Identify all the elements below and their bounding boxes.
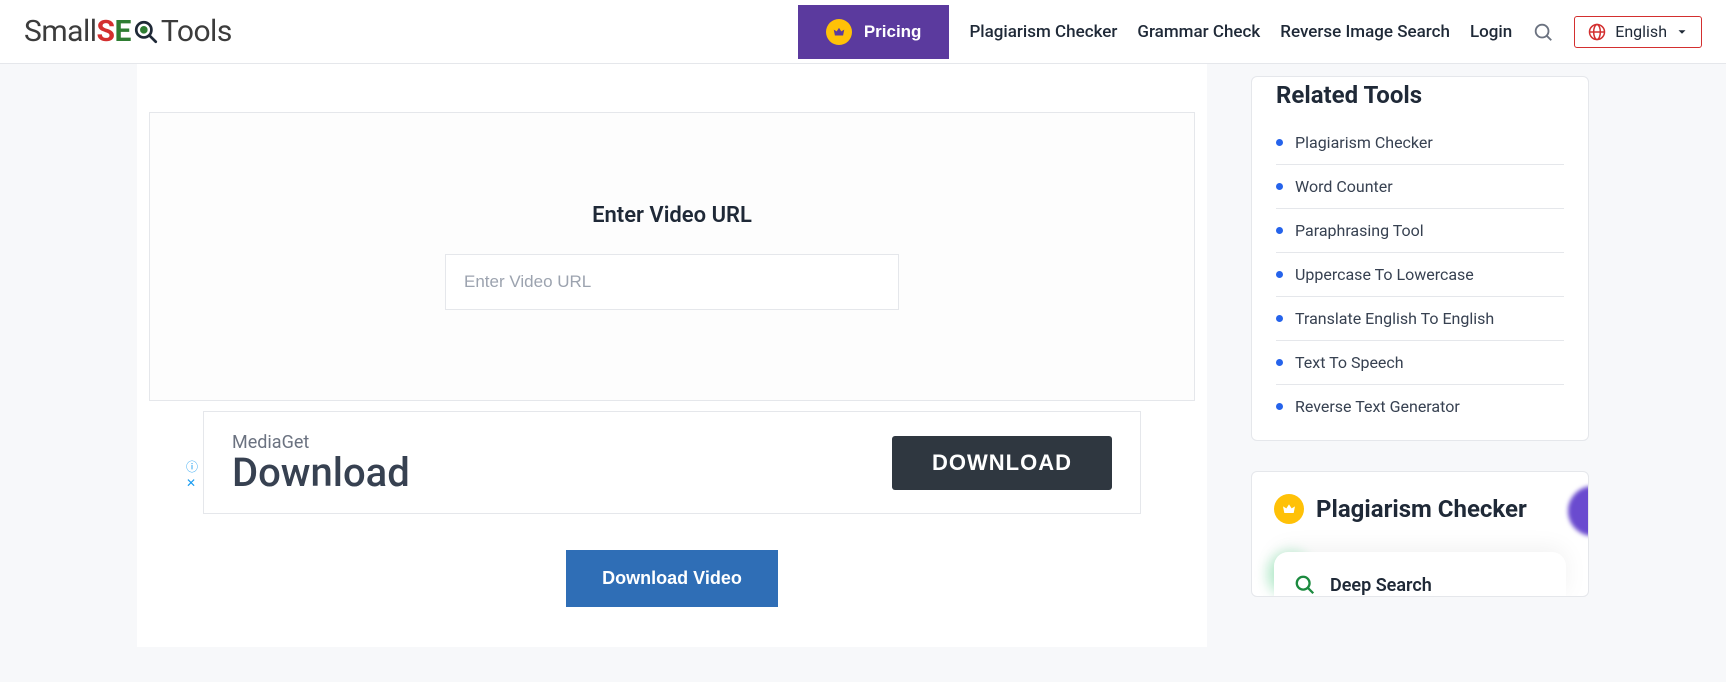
promo-feature: Deep Search [1330,575,1432,596]
plagiarism-promo-card[interactable]: Plagiarism Checker Deep Search [1251,471,1589,597]
bullet-icon [1276,403,1283,410]
bullet-icon [1276,183,1283,190]
logo-text: E [115,14,131,49]
main-content: Enter Video URL ⓘ ✕ MediaGet Download DO… [137,64,1207,647]
globe-icon [1587,22,1607,42]
language-label: English [1615,22,1667,41]
video-url-input[interactable] [445,254,899,310]
tool-link[interactable]: Word Counter [1276,165,1564,209]
logo-text: S [97,14,115,49]
tool-label: Translate English To English [1295,309,1494,328]
bullet-icon [1276,315,1283,322]
search-icon[interactable] [1532,21,1554,43]
logo-text: Tools [161,14,232,49]
related-tools-list: Plagiarism Checker Word Counter Paraphra… [1276,121,1564,428]
chevron-down-icon [1675,25,1689,39]
tool-link[interactable]: Translate English To English [1276,297,1564,341]
nav-reverse-image[interactable]: Reverse Image Search [1280,22,1450,42]
tool-label: Text To Speech [1295,353,1404,372]
promo-title: Plagiarism Checker [1316,495,1527,523]
crown-icon [826,19,852,45]
tool-label: Reverse Text Generator [1295,397,1460,416]
bullet-icon [1276,139,1283,146]
download-video-button[interactable]: Download Video [566,550,778,607]
tool-label: Word Counter [1295,177,1393,196]
crown-icon [1274,494,1304,524]
tool-label: Plagiarism Checker [1295,133,1433,152]
enter-url-heading: Enter Video URL [170,203,1174,228]
tool-link[interactable]: Text To Speech [1276,341,1564,385]
nav-login[interactable]: Login [1470,22,1512,42]
nav-grammar[interactable]: Grammar Check [1137,22,1260,42]
tool-link[interactable]: Plagiarism Checker [1276,121,1564,165]
advertisement[interactable]: ⓘ ✕ MediaGet Download DOWNLOAD [203,411,1141,514]
tool-label: Uppercase To Lowercase [1295,265,1474,284]
logo-text: Small [24,14,97,49]
promo-inner: Deep Search [1274,552,1566,596]
bullet-icon [1276,227,1283,234]
nav-plagiarism[interactable]: Plagiarism Checker [969,22,1117,42]
pricing-button[interactable]: Pricing [798,5,950,59]
bullet-icon [1276,359,1283,366]
ad-download-button[interactable]: DOWNLOAD [892,436,1112,490]
tool-link[interactable]: Paraphrasing Tool [1276,209,1564,253]
logo[interactable]: Small S E Tools [24,14,232,49]
site-header: Small S E Tools Pricing Plagiarism Check… [0,0,1726,64]
related-tools-card: Related Tools Plagiarism Checker Word Co… [1251,76,1589,441]
ad-info-icon[interactable]: ⓘ [186,460,198,476]
bullet-icon [1276,271,1283,278]
related-tools-heading: Related Tools [1276,77,1564,121]
language-selector[interactable]: English [1574,16,1702,48]
magnifier-icon [133,19,159,45]
ad-close-icon[interactable]: ✕ [186,476,198,492]
pricing-label: Pricing [864,22,922,42]
tool-link[interactable]: Uppercase To Lowercase [1276,253,1564,297]
main-nav: Pricing Plagiarism Checker Grammar Check… [798,5,1702,59]
decor-blob [1568,486,1589,536]
tool-link[interactable]: Reverse Text Generator [1276,385,1564,428]
ad-headline: Download [232,453,410,493]
ad-badges: ⓘ ✕ [186,460,198,491]
url-entry-box: Enter Video URL [149,112,1195,401]
search-icon [1294,574,1316,596]
sidebar: Related Tools Plagiarism Checker Word Co… [1251,64,1589,647]
tool-label: Paraphrasing Tool [1295,221,1424,240]
